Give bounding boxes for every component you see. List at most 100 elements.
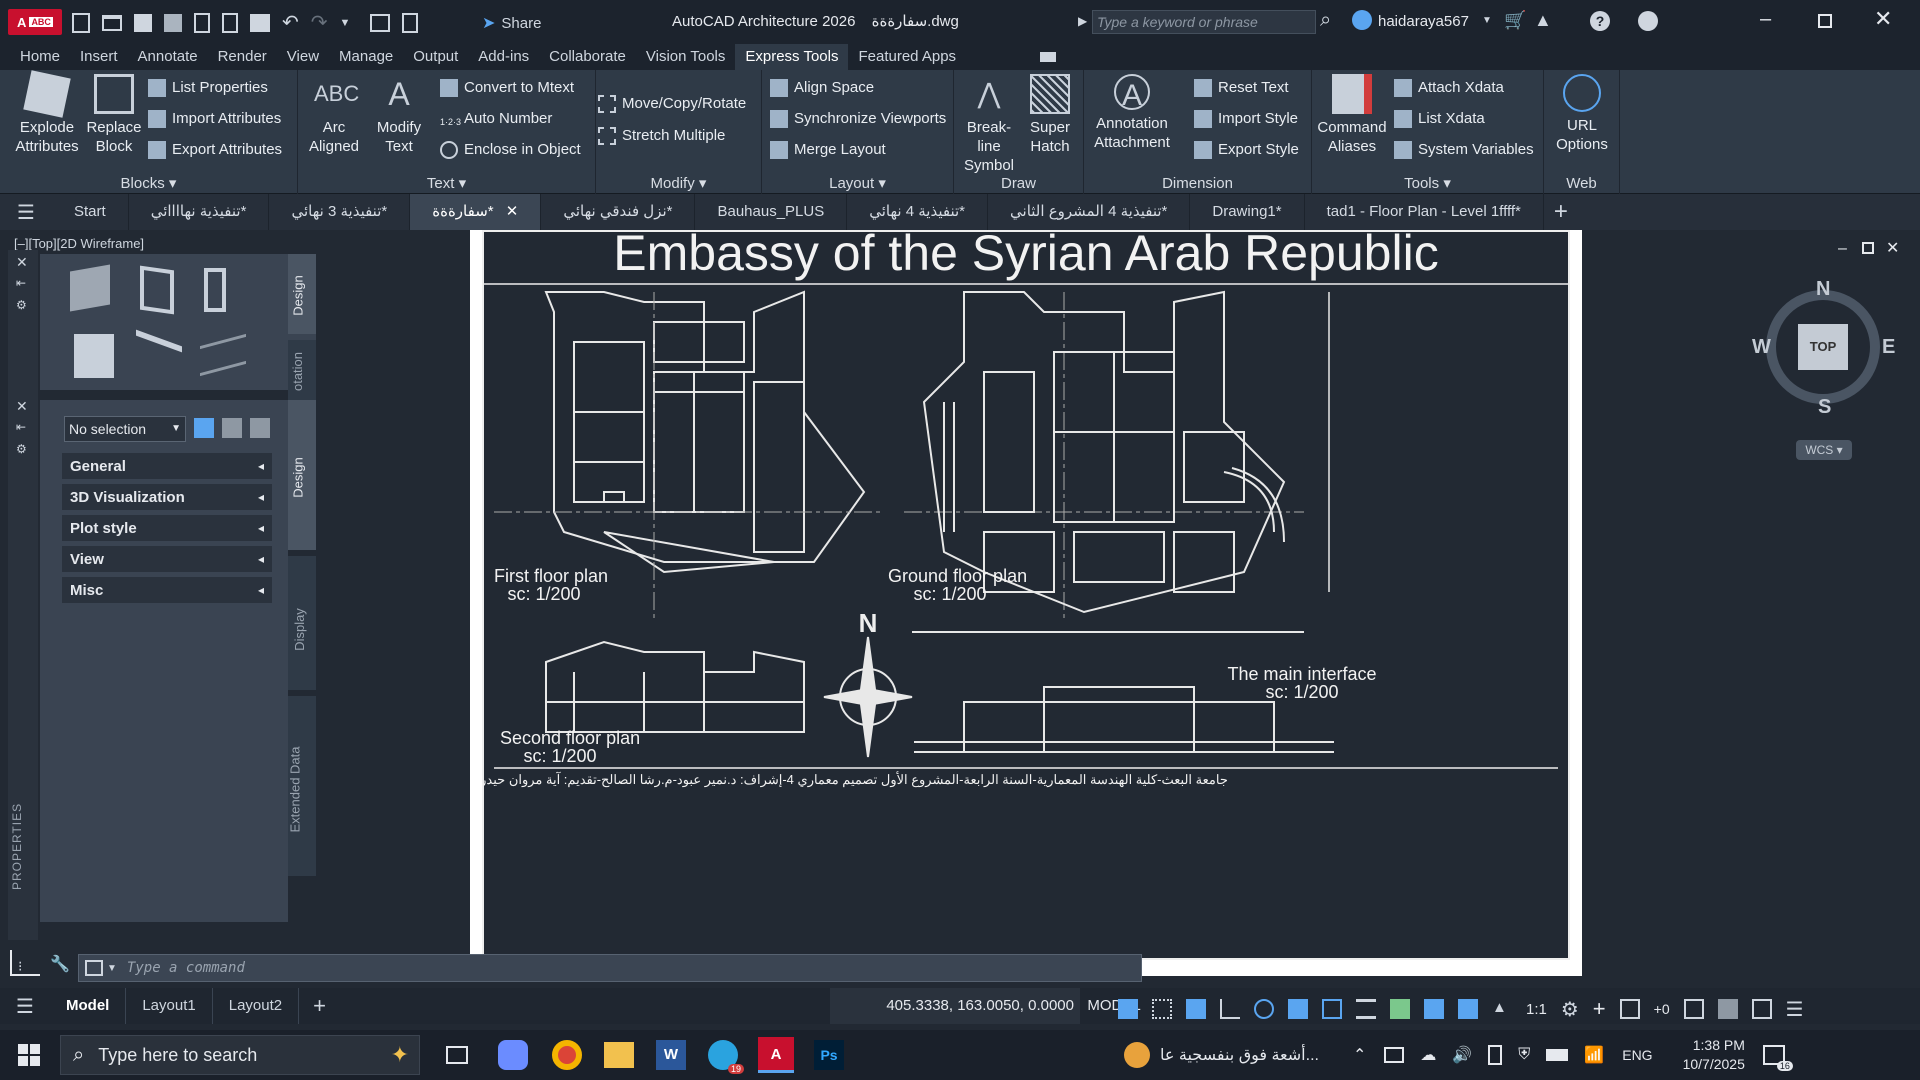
- windows-start-icon[interactable]: [18, 1044, 40, 1066]
- ribbon-minimize-toggle-icon[interactable]: [1040, 52, 1057, 62]
- ribbon-tab-annotate[interactable]: Annotate: [128, 44, 208, 70]
- command-dropdown-icon[interactable]: ▼: [107, 963, 117, 974]
- task-view-icon[interactable]: [446, 1046, 468, 1064]
- save-as-icon[interactable]: [164, 13, 182, 32]
- document-tab[interactable]: نزل فندقي نهائي*: [541, 194, 696, 230]
- layout-panel-label[interactable]: Layout ▾: [762, 174, 953, 192]
- wcs-menu[interactable]: WCS ▾: [1796, 440, 1852, 460]
- plot-icon[interactable]: [250, 13, 270, 32]
- break-line-symbol-button[interactable]: ⋀ Break-line Symbol: [958, 74, 1020, 175]
- annotation-attachment-button[interactable]: A Annotation Attachment: [1086, 74, 1178, 152]
- new-tab-icon[interactable]: +: [1554, 198, 1568, 226]
- autodesk-account-icon[interactable]: ▲: [1534, 10, 1552, 31]
- open-from-web-icon[interactable]: [194, 12, 210, 33]
- document-tab[interactable]: Start: [52, 194, 129, 230]
- viewcube-top-face[interactable]: TOP: [1798, 324, 1848, 370]
- select-objects-icon[interactable]: [222, 418, 242, 438]
- stretch-multiple-button[interactable]: Stretch Multiple: [598, 124, 725, 148]
- polar-tracking-icon[interactable]: [1254, 999, 1274, 1019]
- input-language[interactable]: ENG: [1622, 1047, 1652, 1063]
- tray-onedrive-icon[interactable]: ☁: [1420, 1045, 1436, 1065]
- system-variables-button[interactable]: System Variables: [1394, 138, 1534, 162]
- isodraft-icon[interactable]: [1288, 999, 1308, 1019]
- tray-display-icon[interactable]: [1384, 1047, 1405, 1063]
- attach-xdata-button[interactable]: Attach Xdata: [1394, 76, 1504, 100]
- document-tab[interactable]: تنفيذية 3 نهائي*: [269, 194, 411, 230]
- copilot-app-icon[interactable]: [498, 1040, 528, 1070]
- elevation-offset-value[interactable]: +0: [1654, 1001, 1670, 1017]
- selection-dropdown[interactable]: No selection ▼: [64, 416, 186, 442]
- undo-icon[interactable]: ↶: [282, 10, 299, 35]
- tool-tab-design[interactable]: Design: [288, 254, 316, 334]
- file-explorer-icon[interactable]: [604, 1042, 634, 1068]
- chevron-down-icon[interactable]: ▼: [1482, 15, 1492, 26]
- viewcube-north[interactable]: N: [1816, 278, 1830, 301]
- property-section-header[interactable]: Misc ◂: [62, 577, 272, 603]
- ribbon-tab-express-tools[interactable]: Express Tools: [735, 44, 849, 70]
- chrome-icon[interactable]: [552, 1040, 582, 1070]
- isolate-objects-icon[interactable]: [1683, 999, 1704, 1019]
- viewcube-east[interactable]: E: [1882, 336, 1895, 359]
- search-icon[interactable]: ⌕: [1320, 9, 1331, 32]
- ribbon-tab-featured-apps[interactable]: Featured Apps: [848, 44, 966, 70]
- super-hatch-button[interactable]: Super Hatch: [1020, 74, 1080, 156]
- merge-layout-button[interactable]: Merge Layout: [770, 138, 886, 162]
- tray-chevron-icon[interactable]: ⌃: [1353, 1045, 1366, 1065]
- property-section-header[interactable]: View ◂: [62, 546, 272, 572]
- stair-tool-icon[interactable]: [136, 329, 182, 383]
- share-button[interactable]: ➤ Share: [482, 13, 541, 33]
- close-icon[interactable]: ✕: [1874, 6, 1892, 32]
- property-section-header[interactable]: General ◂: [62, 453, 272, 479]
- viewcube[interactable]: TOP N S W E: [1752, 278, 1895, 418]
- new-file-icon[interactable]: [72, 12, 90, 33]
- document-tab[interactable]: tad1 - Floor Plan - Level 1ffff*: [1305, 194, 1544, 230]
- ribbon-tab-insert[interactable]: Insert: [70, 44, 128, 70]
- import-attributes-button[interactable]: Import Attributes: [148, 107, 281, 131]
- save-icon[interactable]: [134, 13, 152, 32]
- viewport-minimize-icon[interactable]: –: [1838, 240, 1847, 258]
- quick-select-icon[interactable]: [250, 418, 270, 438]
- maximize-icon[interactable]: [1818, 14, 1832, 28]
- ribbon-tab-add-ins[interactable]: Add-ins: [468, 44, 539, 70]
- customization-icon[interactable]: ☰: [1786, 997, 1804, 1022]
- viewport-restore-icon[interactable]: [1862, 242, 1874, 254]
- help-icon[interactable]: ?: [1590, 11, 1610, 31]
- wall-tool-icon[interactable]: [70, 264, 110, 312]
- command-history-icon[interactable]: [85, 960, 103, 976]
- new-layout-icon[interactable]: +: [313, 993, 326, 1019]
- clean-screen-icon[interactable]: [1751, 999, 1772, 1019]
- command-aliases-button[interactable]: Command Aliases: [1314, 74, 1390, 156]
- annotation-scale-value[interactable]: 1:1: [1526, 1001, 1547, 1018]
- document-tab[interactable]: تنفيذية 4 المشروع الثاني*: [988, 194, 1191, 230]
- weather-text[interactable]: أشعة فوق بنفسجية عا...: [1160, 1045, 1319, 1065]
- auto-number-button[interactable]: 1·2·3 Auto Number: [440, 107, 552, 131]
- command-line[interactable]: ▼ Type a command: [78, 954, 1142, 982]
- snap-icon[interactable]: [1152, 999, 1172, 1019]
- prop-tab-design[interactable]: Design: [288, 400, 316, 550]
- ribbon-tab-render[interactable]: Render: [208, 44, 277, 70]
- menu-icon[interactable]: ☰: [0, 200, 52, 225]
- layout-menu-icon[interactable]: ☰: [0, 994, 50, 1019]
- taskbar-search-box[interactable]: ⌕ Type here to search ✦: [60, 1035, 420, 1075]
- ribbon-tab-output[interactable]: Output: [403, 44, 468, 70]
- replace-block-button[interactable]: Replace Block: [84, 74, 144, 156]
- user-avatar-icon[interactable]: [1352, 10, 1372, 30]
- grid-icon[interactable]: [1118, 999, 1138, 1019]
- palette-autohide-icon[interactable]: ⇤: [16, 276, 26, 290]
- tools-panel-label[interactable]: Tools ▾: [1312, 174, 1543, 192]
- property-section-header[interactable]: Plot style ◂: [62, 515, 272, 541]
- ribbon-tab-view[interactable]: View: [277, 44, 329, 70]
- word-icon[interactable]: W: [656, 1040, 686, 1070]
- convert-to-mtext-button[interactable]: Convert to Mtext: [440, 76, 574, 100]
- export-attributes-button[interactable]: Export Attributes: [148, 138, 282, 162]
- tool-tab-annotation[interactable]: otation: [288, 340, 316, 400]
- tray-security-icon[interactable]: ⛨: [1518, 1046, 1530, 1064]
- document-tab[interactable]: Bauhaus_PLUS: [695, 194, 848, 230]
- blocks-panel-label[interactable]: Blocks ▾: [0, 174, 297, 192]
- viewport-controls-label[interactable]: [–][Top][2D Wireframe]: [14, 236, 144, 251]
- redo-icon[interactable]: ↷: [311, 10, 328, 35]
- arc-aligned-button[interactable]: ABC Arc Aligned: [306, 74, 362, 156]
- hardware-acceleration-icon[interactable]: [1717, 999, 1738, 1019]
- list-properties-button[interactable]: List Properties: [148, 76, 268, 100]
- coordinate-readout[interactable]: 405.3338, 163.0050, 0.0000: [830, 988, 1080, 1024]
